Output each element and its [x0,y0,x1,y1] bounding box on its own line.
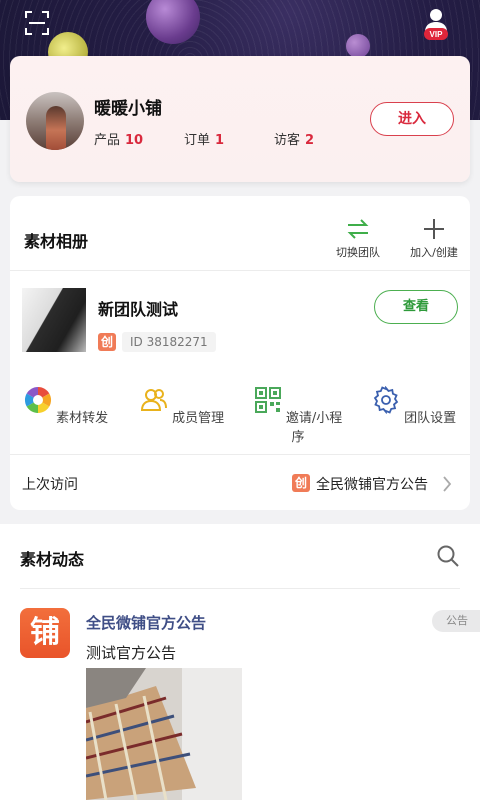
album-card: 素材相册 切换团队 加入/创建 新团队测试 创 ID 38182271 查看 素… [10,196,470,510]
team-id: ID 38182271 [122,332,216,352]
planet-decoration [346,34,370,58]
invite-miniprogram-label: 邀请/小程序 [285,411,343,445]
team-settings-label: 团队设置 [404,411,457,426]
profile-card: 暖暖小铺 产品 10 订单 1 访客 2 进入 [10,56,470,182]
stat-orders[interactable]: 订单 1 [184,129,224,148]
post-image[interactable] [86,668,242,800]
divider [20,588,460,589]
stat-label: 订单 [184,133,211,148]
stat-label: 产品 [94,133,121,148]
last-visit-label: 上次访问 [22,477,78,493]
avatar[interactable] [26,92,84,150]
shop-name: 暖暖小铺 [94,99,162,119]
scan-icon[interactable] [24,10,50,36]
stat-label: 访客 [274,133,301,148]
member-management-button[interactable]: 成员管理 [132,386,232,426]
stat-visitors[interactable]: 访客 2 [274,129,314,148]
divider [10,454,470,455]
team-thumbnail[interactable] [22,288,86,352]
switch-team-label: 切换团队 [336,246,380,259]
feed-section: 素材动态 铺 全民微铺官方公告 测试官方公告 公告 [0,524,480,800]
forward-material-button[interactable]: 素材转发 [16,386,116,426]
feed-title: 素材动态 [20,550,85,569]
team-name[interactable]: 新团队测试 [98,296,178,320]
search-icon[interactable] [436,544,460,568]
last-visit-value[interactable]: 全民微铺官方公告 [316,474,428,494]
gear-icon [373,385,399,415]
post-author[interactable]: 全民微铺官方公告 [86,612,206,633]
switch-arrows-icon [347,219,369,239]
publisher-logo[interactable]: 铺 [20,608,70,658]
stat-value: 10 [125,133,144,148]
members-icon [140,389,167,411]
last-visit-badge: 创 [292,474,310,492]
join-create-button[interactable]: 加入/创建 [406,218,462,260]
enter-button[interactable]: 进入 [370,102,454,136]
chevron-right-icon[interactable] [442,476,452,492]
view-button[interactable]: 查看 [374,290,458,324]
creator-badge: 创 [98,333,116,351]
switch-team-button[interactable]: 切换团队 [332,218,384,260]
qr-code-icon [254,387,281,413]
member-management-label: 成员管理 [172,411,225,426]
post-text: 测试官方公告 [86,644,177,662]
forward-material-label: 素材转发 [56,411,109,426]
invite-miniprogram-button[interactable]: 邀请/小程序 [248,386,348,445]
vip-label: VIP [430,30,444,39]
stat-value: 1 [215,133,225,148]
aperture-icon [24,386,51,414]
announcement-tag: 公告 [432,610,480,632]
stat-products[interactable]: 产品 10 [94,129,143,148]
join-create-label: 加入/创建 [410,246,458,259]
divider [10,270,470,271]
vip-profile-icon[interactable]: VIP [420,6,452,42]
stat-value: 2 [305,133,315,148]
album-title: 素材相册 [24,232,89,251]
plus-icon [424,219,444,239]
team-settings-button[interactable]: 团队设置 [364,385,464,426]
